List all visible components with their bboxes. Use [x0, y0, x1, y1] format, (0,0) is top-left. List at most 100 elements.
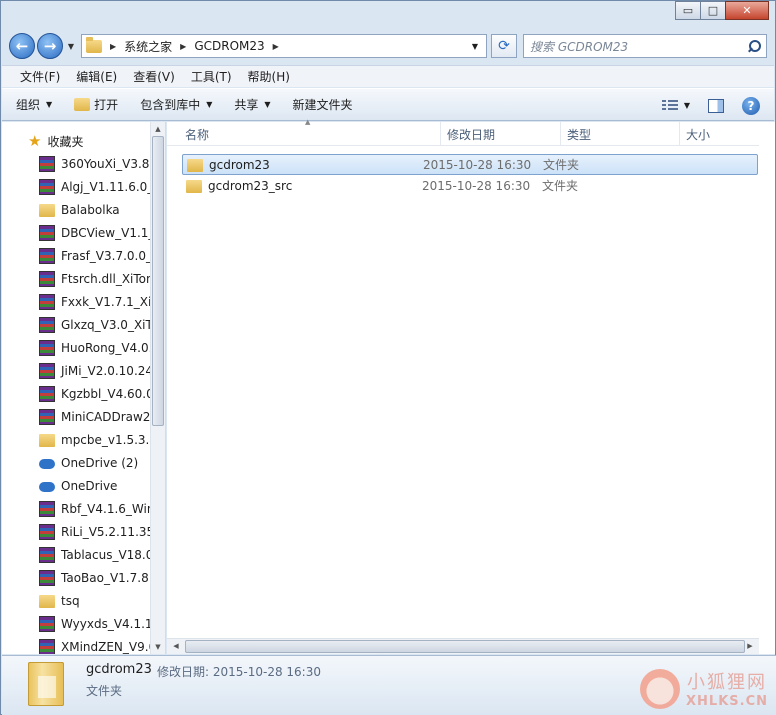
- sidebar-item-label: Tablacus_V18.0: [61, 547, 150, 562]
- details-modified: 修改日期: 2015-10-28 16:30: [157, 665, 321, 679]
- cloud-icon: [39, 458, 55, 469]
- close-button[interactable]: ✕: [725, 1, 769, 20]
- preview-pane-icon[interactable]: [708, 98, 724, 113]
- menu-view[interactable]: 查看(V): [125, 68, 183, 85]
- menu-help[interactable]: 帮助(H): [240, 68, 298, 85]
- share-button[interactable]: 共享 ▼: [234, 96, 270, 113]
- favorites-label: 收藏夹: [47, 134, 84, 149]
- sidebar-item[interactable]: DBCView_V1.1_: [2, 221, 150, 244]
- sidebar-item[interactable]: Wyyxds_V4.1.1.: [2, 612, 150, 635]
- menu-edit[interactable]: 编辑(E): [68, 68, 125, 85]
- column-header-type[interactable]: 类型: [567, 126, 591, 143]
- sidebar-item[interactable]: 360YouXi_V3.8.7: [2, 152, 150, 175]
- scroll-down-icon[interactable]: ▼: [151, 640, 165, 654]
- archive-icon: [39, 500, 55, 517]
- watermark-logo: 小狐狸网 XHLKS.CN: [640, 668, 768, 709]
- address-bar[interactable]: ▶ 系统之家 ▶ GCDROM23 ▶ ▼: [81, 34, 487, 58]
- sidebar-item[interactable]: OneDrive: [2, 474, 150, 497]
- breadcrumb-chevron-icon[interactable]: ▶: [110, 42, 116, 51]
- sidebar-item[interactable]: Frasf_V3.7.0.0_X: [2, 244, 150, 267]
- folder-thumbnail-icon: [28, 662, 64, 706]
- breadcrumb-item[interactable]: GCDROM23: [194, 39, 264, 53]
- new-folder-button[interactable]: 新建文件夹: [293, 96, 353, 113]
- scrollbar-thumb[interactable]: [152, 136, 164, 426]
- maximize-button[interactable]: □: [700, 1, 726, 20]
- sidebar-item-favorites[interactable]: ★ 收藏夹: [2, 130, 150, 152]
- navigation-pane: ★ 收藏夹 360YouXi_V3.8.7 Algj_V1.11.6.0_X Bal…: [2, 122, 166, 654]
- view-options-icon[interactable]: [661, 99, 678, 112]
- sidebar-item-label: MiniCADDraw2: [61, 409, 150, 424]
- sidebar-item[interactable]: Fxxk_V1.7.1_XiT: [2, 290, 150, 313]
- details-name: gcdrom23: [86, 662, 152, 677]
- sidebar-item-label: OneDrive: [61, 478, 118, 493]
- sidebar-item[interactable]: RiLi_V5.2.11.354: [2, 520, 150, 543]
- sidebar-item[interactable]: HuoRong_V4.0.: [2, 336, 150, 359]
- explorer-window: ▭ □ ✕ ← → ▼ ▶ 系统之家 ▶ GCDROM23 ▶ ▼ ⟳ 搜索 G…: [0, 0, 776, 715]
- help-icon[interactable]: ?: [742, 96, 760, 115]
- sidebar-item[interactable]: Algj_V1.11.6.0_X: [2, 175, 150, 198]
- sidebar-item[interactable]: Balabolka: [2, 198, 150, 221]
- sidebar-item-label: Fxxk_V1.7.1_XiT: [61, 294, 150, 309]
- open-button[interactable]: 打开: [74, 96, 118, 113]
- scroll-right-icon[interactable]: ▶: [743, 639, 757, 654]
- search-icon[interactable]: [748, 40, 761, 52]
- sidebar-item[interactable]: MiniCADDraw2: [2, 405, 150, 428]
- forward-button[interactable]: →: [37, 33, 63, 59]
- breadcrumb-chevron-icon[interactable]: ▶: [180, 42, 186, 51]
- watermark-text: 小狐狸网: [687, 672, 767, 693]
- menu-file[interactable]: 文件(F): [12, 68, 68, 85]
- scroll-up-icon[interactable]: ▲: [151, 122, 165, 136]
- new-folder-label: 新建文件夹: [292, 98, 353, 112]
- file-type: 文件夹: [543, 158, 580, 172]
- scroll-left-icon[interactable]: ◀: [169, 639, 183, 654]
- file-list-pane: 名称 ▲ 修改日期 类型 大小 gcdrom23 2015-10-28 16:30…: [167, 118, 775, 654]
- menu-bar: 文件(F) 编辑(E) 查看(V) 工具(T) 帮助(H): [2, 65, 774, 87]
- include-in-library-button[interactable]: 包含到库中 ▼: [140, 96, 212, 113]
- breadcrumb-item[interactable]: 系统之家: [124, 38, 172, 55]
- minimize-button[interactable]: ▭: [675, 1, 701, 20]
- sidebar-item[interactable]: tsq: [2, 589, 150, 612]
- refresh-button[interactable]: ⟳: [491, 34, 517, 58]
- search-input[interactable]: 搜索 GCDROM23: [523, 34, 767, 58]
- sidebar-item[interactable]: Kgzbbl_V4.60.0: [2, 382, 150, 405]
- archive-icon: [39, 546, 55, 563]
- archive-icon: [39, 569, 55, 586]
- navigation-scrollbar[interactable]: ▲ ▼: [150, 122, 165, 654]
- include-library-label: 包含到库中: [140, 98, 201, 112]
- sidebar-item[interactable]: JiMi_V2.0.10.24_: [2, 359, 150, 382]
- sidebar-item-label: RiLi_V5.2.11.354: [61, 524, 150, 539]
- open-label: 打开: [94, 98, 119, 112]
- address-history-dropdown[interactable]: ▼: [468, 42, 482, 51]
- back-arrow-icon: ←: [15, 37, 29, 55]
- file-row[interactable]: gcdrom23_src 2015-10-28 16:30 文件夹: [182, 175, 758, 196]
- sidebar-item[interactable]: Rbf_V4.1.6_Win: [2, 497, 150, 520]
- sidebar-item-label: OneDrive (2): [61, 455, 139, 470]
- scrollbar-thumb[interactable]: [185, 640, 745, 653]
- column-header-size[interactable]: 大小: [686, 126, 710, 143]
- archive-icon: [39, 178, 55, 195]
- sidebar-item[interactable]: Tablacus_V18.0: [2, 543, 150, 566]
- column-header-date[interactable]: 修改日期: [447, 126, 495, 143]
- folder-icon: [187, 159, 203, 172]
- back-button[interactable]: ←: [9, 33, 35, 59]
- file-row[interactable]: gcdrom23 2015-10-28 16:30 文件夹: [182, 154, 758, 175]
- horizontal-scrollbar[interactable]: ◀ ▶: [167, 638, 759, 654]
- sidebar-item-label: Ftsrch.dll_XiTon: [61, 271, 150, 286]
- sidebar-item[interactable]: Glxzq_V3.0_XiTo: [2, 313, 150, 336]
- sidebar-item-label: XMindZEN_V9.0: [61, 639, 150, 654]
- column-header-name[interactable]: 名称: [185, 126, 209, 143]
- sidebar-item[interactable]: OneDrive (2): [2, 451, 150, 474]
- recent-pages-dropdown[interactable]: ▼: [65, 42, 77, 51]
- sidebar-item-label: DBCView_V1.1_: [61, 225, 150, 240]
- breadcrumb-chevron-icon[interactable]: ▶: [273, 42, 279, 51]
- sidebar-item[interactable]: mpcbe_v1.5.3.4: [2, 428, 150, 451]
- sidebar-item[interactable]: Ftsrch.dll_XiTon: [2, 267, 150, 290]
- view-dropdown-icon[interactable]: ▼: [684, 101, 690, 110]
- sidebar-item[interactable]: TaoBao_V1.7.8.: [2, 566, 150, 589]
- menu-tools[interactable]: 工具(T): [183, 68, 240, 85]
- archive-icon: [39, 385, 55, 402]
- organize-button[interactable]: 组织 ▼: [16, 96, 52, 113]
- folder-icon: [39, 204, 55, 217]
- open-folder-icon: [74, 98, 91, 111]
- sidebar-item[interactable]: XMindZEN_V9.0: [2, 635, 150, 654]
